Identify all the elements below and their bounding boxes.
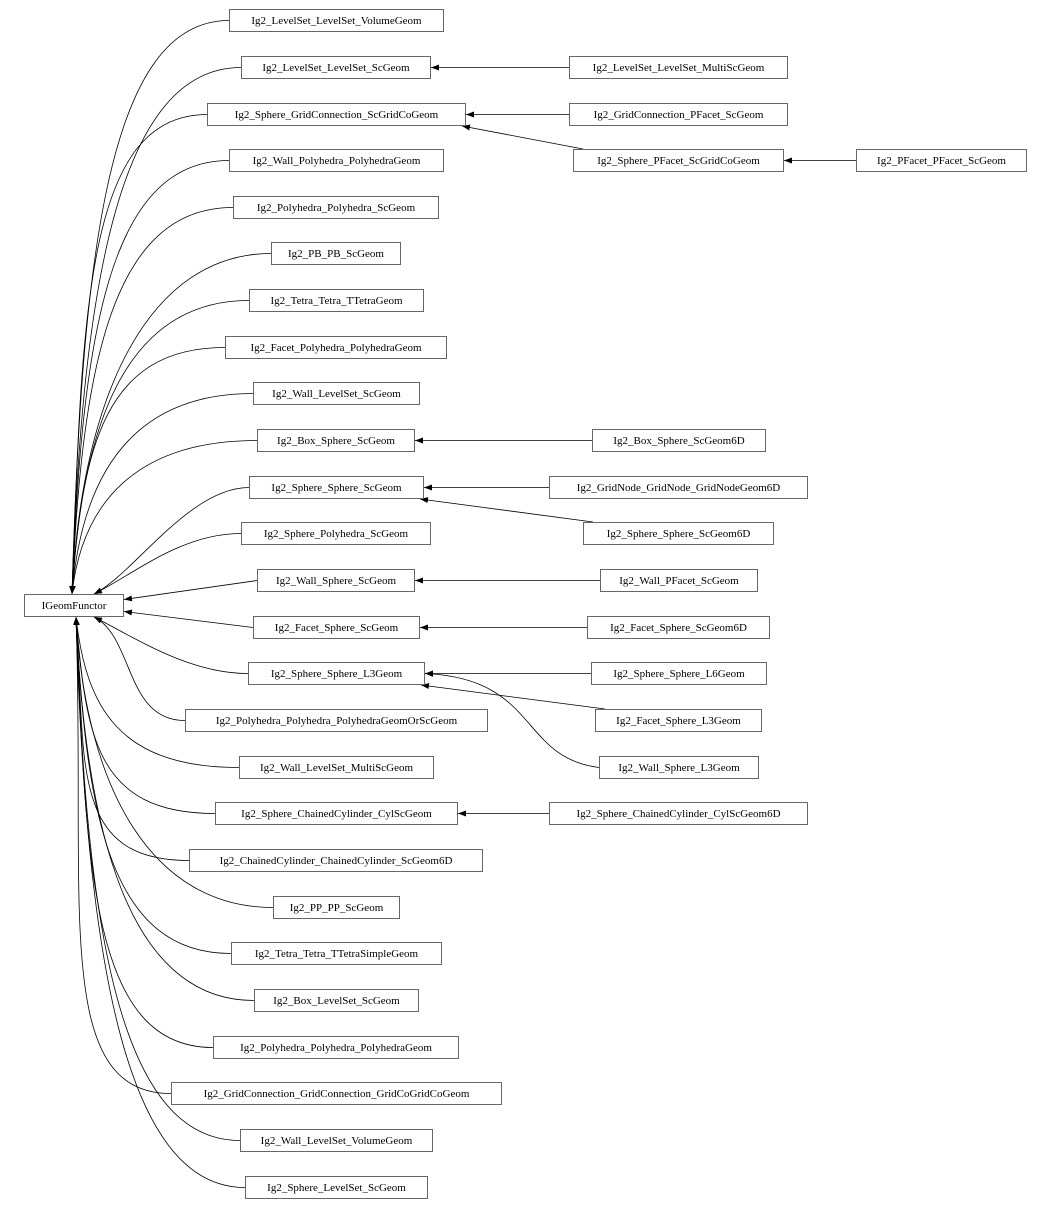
inheritance-edge (69, 440, 258, 595)
class-node[interactable]: Ig2_PP_PP_ScGeom (273, 896, 400, 919)
class-node[interactable]: Ig2_Box_Sphere_ScGeom6D (592, 429, 766, 452)
inheritance-edge (73, 616, 240, 768)
class-node[interactable]: Ig2_Wall_LevelSet_MultiScGeom (239, 756, 434, 779)
class-node[interactable]: Ig2_Polyhedra_Polyhedra_PolyhedraGeom (213, 1036, 459, 1059)
class-node[interactable]: Ig2_Box_LevelSet_ScGeom (254, 989, 419, 1012)
class-node[interactable]: Ig2_Sphere_Sphere_L6Geom (591, 662, 767, 685)
class-node[interactable]: Ig2_Polyhedra_Polyhedra_ScGeom (233, 196, 439, 219)
inheritance-edge (461, 124, 584, 150)
inheritance-edge (123, 609, 254, 628)
class-node[interactable]: Ig2_Wall_LevelSet_VolumeGeom (240, 1129, 433, 1152)
class-node[interactable]: Ig2_Wall_Polyhedra_PolyhedraGeom (229, 149, 444, 172)
class-node[interactable]: Ig2_Sphere_Sphere_ScGeom6D (583, 522, 774, 545)
inheritance-edge (420, 683, 606, 710)
inheritance-edge (419, 497, 594, 523)
class-node[interactable]: Ig2_LevelSet_LevelSet_MultiScGeom (569, 56, 788, 79)
class-node[interactable]: Ig2_Facet_Polyhedra_PolyhedraGeom (225, 336, 447, 359)
class-node[interactable]: Ig2_GridConnection_PFacet_ScGeom (569, 103, 788, 126)
class-node[interactable]: Ig2_Wall_Sphere_L3Geom (599, 756, 759, 779)
edge-layer (69, 20, 856, 1188)
inheritance-edge (93, 487, 250, 595)
class-node[interactable]: Ig2_Sphere_ChainedCylinder_CylScGeom (215, 802, 458, 825)
inheritance-edge (69, 160, 230, 595)
class-node[interactable]: Ig2_LevelSet_LevelSet_ScGeom (241, 56, 431, 79)
class-node[interactable]: Ig2_Sphere_LevelSet_ScGeom (245, 1176, 428, 1199)
class-node[interactable]: Ig2_Tetra_Tetra_TTetraGeom (249, 289, 424, 312)
class-node[interactable]: Ig2_PFacet_PFacet_ScGeom (856, 149, 1027, 172)
inheritance-edge (69, 67, 242, 595)
inheritance-edge (69, 300, 250, 595)
class-node[interactable]: Ig2_ChainedCylinder_ChainedCylinder_ScGe… (189, 849, 483, 872)
class-node[interactable]: Ig2_Sphere_ChainedCylinder_CylScGeom6D (549, 802, 808, 825)
class-node[interactable]: Ig2_Sphere_Sphere_L3Geom (248, 662, 425, 685)
class-node[interactable]: Ig2_GridNode_GridNode_GridNodeGeom6D (549, 476, 808, 499)
class-node[interactable]: Ig2_Facet_Sphere_ScGeom6D (587, 616, 770, 639)
inheritance-edge (73, 616, 241, 1141)
class-node[interactable]: Ig2_LevelSet_LevelSet_VolumeGeom (229, 9, 444, 32)
inheritance-edge (93, 533, 242, 595)
class-node[interactable]: Ig2_Box_Sphere_ScGeom (257, 429, 415, 452)
class-node[interactable]: Ig2_Sphere_Polyhedra_ScGeom (241, 522, 431, 545)
inheritance-edge (69, 347, 226, 595)
inheritance-diagram: IGeomFunctor Ig2_LevelSet_LevelSet_Volume… (0, 0, 1052, 1210)
inheritance-edge (93, 616, 249, 674)
inheritance-edge (73, 616, 214, 1048)
class-node[interactable]: Ig2_Wall_Sphere_ScGeom (257, 569, 415, 592)
inheritance-edge (73, 616, 190, 861)
class-node[interactable]: Ig2_Polyhedra_Polyhedra_PolyhedraGeomOrS… (185, 709, 488, 732)
class-node[interactable]: Ig2_Facet_Sphere_L3Geom (595, 709, 762, 732)
class-node[interactable]: Ig2_Facet_Sphere_ScGeom (253, 616, 420, 639)
class-node[interactable]: Ig2_Wall_PFacet_ScGeom (600, 569, 758, 592)
class-node[interactable]: Ig2_Tetra_Tetra_TTetraSimpleGeom (231, 942, 442, 965)
class-node[interactable]: Ig2_Wall_LevelSet_ScGeom (253, 382, 420, 405)
class-node[interactable]: Ig2_PB_PB_ScGeom (271, 242, 401, 265)
class-node[interactable]: Ig2_Sphere_PFacet_ScGridCoGeom (573, 149, 784, 172)
class-node[interactable]: Ig2_Sphere_Sphere_ScGeom (249, 476, 424, 499)
class-node[interactable]: Ig2_Sphere_GridConnection_ScGridCoGeom (207, 103, 466, 126)
inheritance-edge (69, 393, 254, 595)
root-class-node[interactable]: IGeomFunctor (24, 594, 124, 617)
inheritance-edge (73, 616, 232, 954)
inheritance-edge (93, 616, 186, 721)
inheritance-edge (123, 580, 258, 602)
inheritance-edge (69, 207, 234, 595)
class-node[interactable]: Ig2_GridConnection_GridConnection_GridCo… (171, 1082, 502, 1105)
